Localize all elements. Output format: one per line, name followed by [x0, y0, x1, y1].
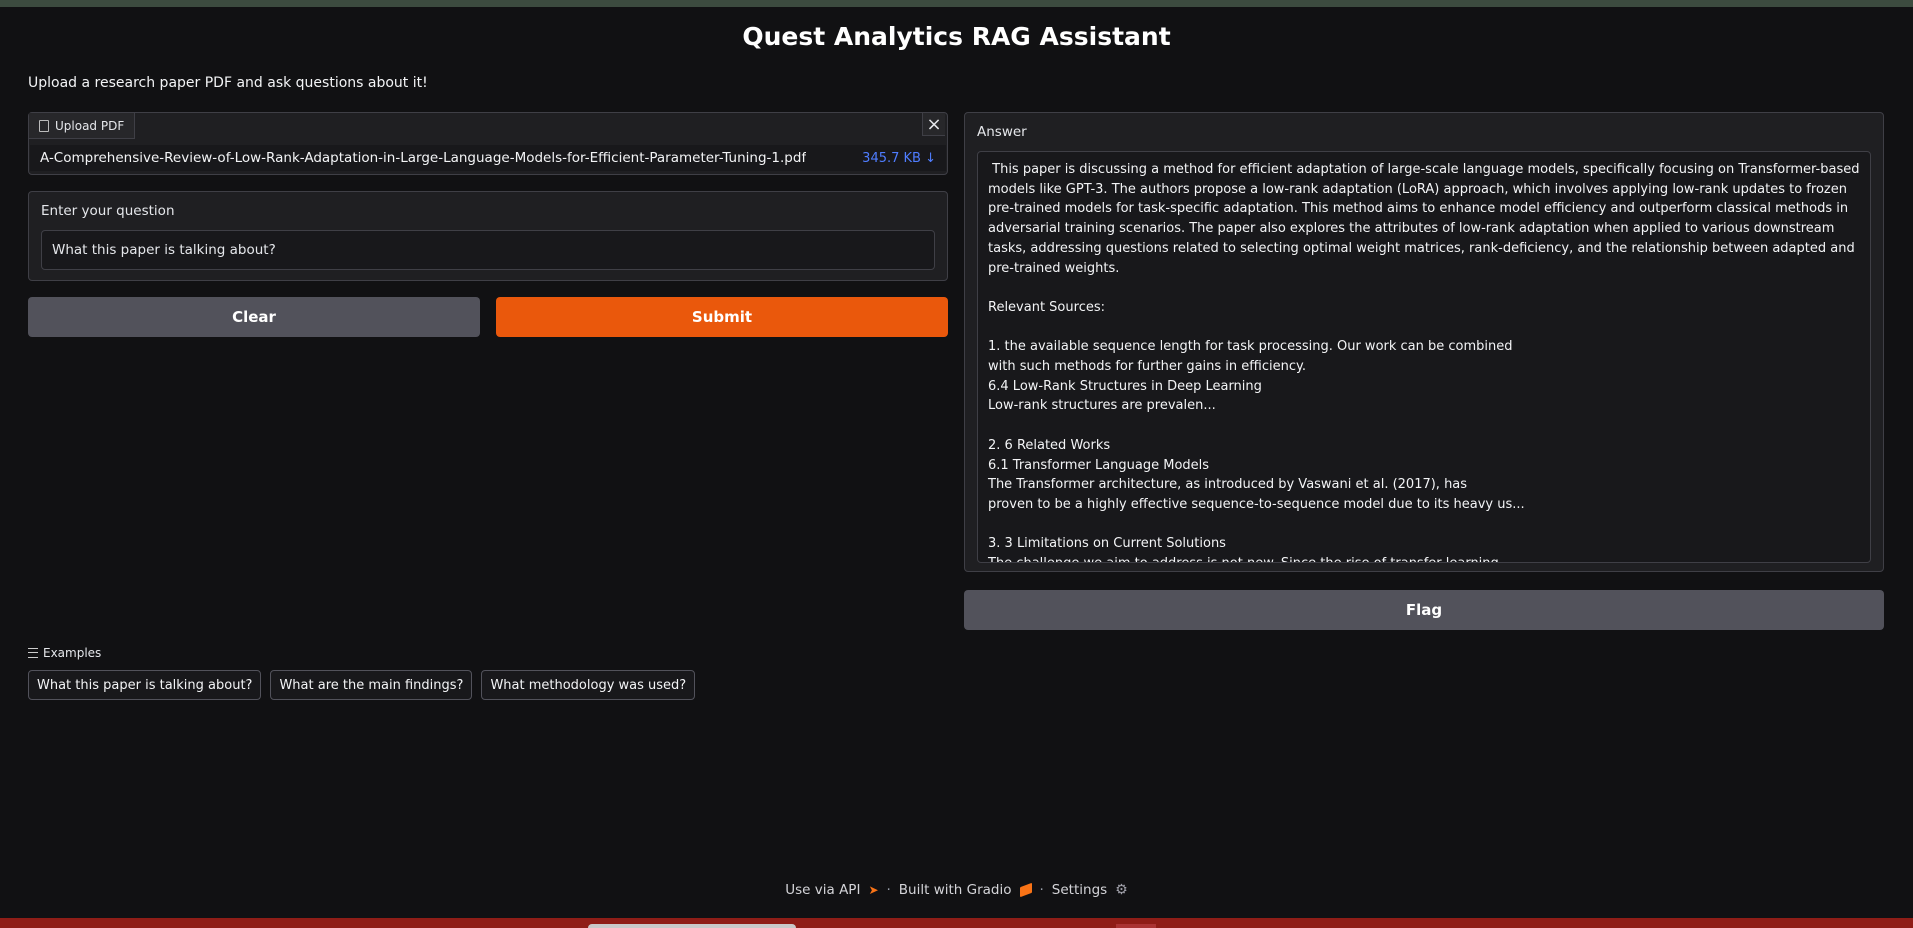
window-top-bar: [0, 0, 1913, 7]
page-title: Quest Analytics RAG Assistant: [742, 22, 1171, 51]
uploaded-file-row[interactable]: A-Comprehensive-Review-of-Low-Rank-Adapt…: [30, 145, 946, 171]
answer-textbox[interactable]: This paper is discussing a method for ef…: [977, 151, 1871, 563]
question-label: Enter your question: [41, 203, 175, 219]
file-name: A-Comprehensive-Review-of-Low-Rank-Adapt…: [40, 150, 807, 166]
list-icon: [28, 648, 38, 658]
answer-panel: Answer This paper is discussing a method…: [964, 112, 1884, 572]
built-with-gradio-link[interactable]: Built with Gradio: [899, 882, 1012, 898]
settings-link[interactable]: Settings: [1052, 882, 1107, 898]
submit-button[interactable]: Submit: [496, 297, 948, 337]
upload-pdf-label: Upload PDF: [55, 118, 125, 133]
question-panel: Enter your question: [28, 191, 948, 281]
footer-separator: ·: [1039, 882, 1044, 898]
examples-header: Examples: [28, 646, 101, 660]
example-item[interactable]: What this paper is talking about?: [28, 670, 262, 700]
file-icon: [39, 119, 49, 132]
page-subtitle: Upload a research paper PDF and ask ques…: [28, 75, 428, 91]
upload-pdf-panel[interactable]: Upload PDF × A-Comprehensive-Review-of-L…: [28, 112, 948, 175]
taskbar-tab[interactable]: [588, 924, 796, 928]
answer-text: This paper is discussing a method for ef…: [988, 162, 1860, 562]
question-input[interactable]: [41, 230, 935, 270]
upload-pdf-tab: Upload PDF: [29, 113, 136, 139]
gradio-logo-icon: [1019, 882, 1032, 898]
examples-label: Examples: [43, 646, 102, 660]
use-via-api-link[interactable]: Use via API: [785, 882, 860, 898]
gear-icon[interactable]: ⚙: [1115, 882, 1128, 898]
example-item[interactable]: What methodology was used?: [481, 670, 696, 700]
taskbar-tab[interactable]: [1116, 924, 1156, 928]
flag-button[interactable]: Flag: [964, 590, 1884, 630]
rocket-icon: ➤: [868, 883, 879, 897]
answer-label: Answer: [977, 124, 1027, 140]
examples-list: What this paper is talking about? What a…: [28, 670, 696, 700]
footer-separator: ·: [886, 882, 891, 898]
close-icon[interactable]: ×: [922, 113, 945, 136]
taskbar: [0, 918, 1913, 928]
clear-button[interactable]: Clear: [28, 297, 480, 337]
example-item[interactable]: What are the main findings?: [270, 670, 473, 700]
file-download-link[interactable]: 345.7 KB ↓: [862, 151, 936, 166]
footer: Use via API ➤ · Built with Gradio · Sett…: [0, 882, 1913, 898]
